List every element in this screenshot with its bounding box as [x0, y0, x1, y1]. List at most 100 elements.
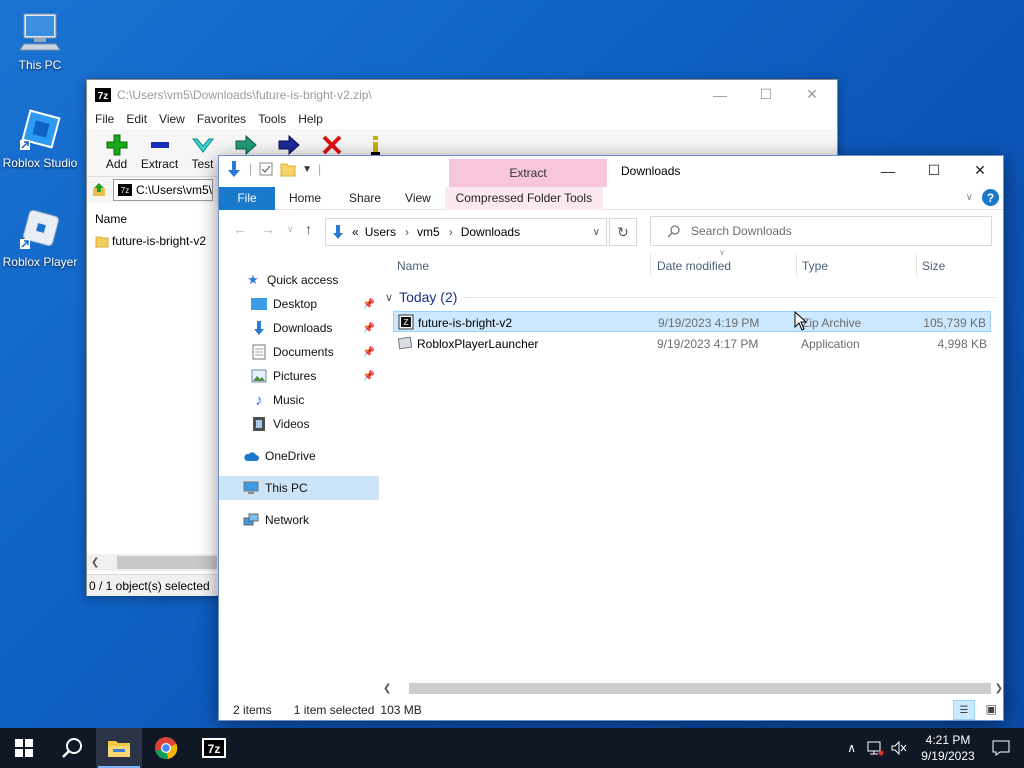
- desktop-icon-this-pc[interactable]: This PC: [0, 10, 80, 72]
- pin-icon[interactable]: 📌: [363, 371, 375, 382]
- nav-downloads[interactable]: Downloads 📌: [219, 316, 379, 340]
- nav-this-pc[interactable]: This PC: [219, 476, 379, 500]
- qat-separator: |: [318, 162, 322, 176]
- volume-muted-icon[interactable]: [890, 740, 908, 756]
- menu-view[interactable]: View: [153, 112, 191, 126]
- column-type[interactable]: Type: [802, 259, 828, 273]
- scroll-left-icon[interactable]: ❮: [91, 557, 99, 568]
- nav-onedrive[interactable]: OneDrive: [219, 444, 379, 468]
- up-folder-icon[interactable]: [91, 182, 107, 198]
- new-folder-icon[interactable]: [280, 161, 296, 177]
- address-bar[interactable]: « Users › vm5 › Downloads ∨: [325, 218, 607, 246]
- desktop-icon-roblox-studio[interactable]: Roblox Studio: [0, 108, 80, 170]
- download-arrow-icon[interactable]: [225, 160, 243, 178]
- nav-documents[interactable]: Documents 📌: [219, 340, 379, 364]
- tab-home[interactable]: Home: [275, 187, 335, 210]
- back-arrow-icon[interactable]: ←: [233, 221, 247, 237]
- pin-icon[interactable]: 📌: [363, 299, 375, 310]
- clock[interactable]: 4:21 PM 9/19/2023: [912, 732, 984, 764]
- breadcrumb-users[interactable]: Users: [365, 225, 396, 239]
- nav-pictures[interactable]: Pictures 📌: [219, 364, 379, 388]
- up-arrow-icon[interactable]: ↑: [305, 221, 312, 237]
- pin-icon[interactable]: 📌: [363, 347, 375, 358]
- group-header-today[interactable]: ∨ Today (2): [385, 286, 995, 308]
- sevenzip-hscrollbar[interactable]: ❮: [87, 554, 217, 571]
- chevron-down-icon[interactable]: ∨: [593, 227, 600, 238]
- column-divider[interactable]: [796, 254, 797, 276]
- desktop-icon-roblox-player[interactable]: Roblox Player: [0, 207, 80, 269]
- maximize-button[interactable]: ☐: [743, 80, 789, 109]
- qat-dropdown-icon[interactable]: ▼: [302, 164, 312, 175]
- menu-help[interactable]: Help: [292, 112, 329, 126]
- menu-edit[interactable]: Edit: [120, 112, 153, 126]
- minimize-button[interactable]: —: [697, 80, 743, 109]
- delete-button[interactable]: [310, 133, 353, 157]
- details-view-icon[interactable]: ☰: [953, 700, 975, 720]
- column-name[interactable]: Name: [397, 259, 429, 273]
- menu-favorites[interactable]: Favorites: [191, 112, 252, 126]
- sevenzip-list-item[interactable]: future-is-bright-v2: [95, 234, 206, 248]
- close-button[interactable]: ✕: [957, 156, 1003, 185]
- pin-icon[interactable]: 📌: [363, 323, 375, 334]
- column-size[interactable]: Size: [922, 259, 945, 273]
- taskbar-file-explorer[interactable]: [96, 728, 142, 768]
- nav-desktop[interactable]: Desktop 📌: [219, 292, 379, 316]
- column-divider[interactable]: [650, 254, 651, 276]
- ribbon-expand-icon[interactable]: ∨: [966, 192, 973, 203]
- menu-file[interactable]: File: [89, 112, 120, 126]
- properties-icon[interactable]: [258, 161, 274, 177]
- sevenzip-column-name[interactable]: Name: [95, 212, 127, 226]
- file-row[interactable]: RobloxPlayerLauncher 9/19/2023 4:17 PM A…: [393, 333, 991, 354]
- menu-tools[interactable]: Tools: [252, 112, 292, 126]
- tab-view[interactable]: View: [395, 187, 445, 210]
- column-divider[interactable]: [916, 254, 917, 276]
- nav-network[interactable]: Network: [219, 508, 379, 532]
- close-button[interactable]: ✕: [789, 80, 835, 109]
- file-date: 9/19/2023 4:19 PM: [658, 316, 760, 330]
- scroll-thumb[interactable]: [117, 556, 217, 569]
- maximize-button[interactable]: ☐: [911, 156, 957, 185]
- tab-file[interactable]: File: [219, 186, 275, 210]
- extract-context-tab[interactable]: Extract: [449, 159, 607, 187]
- nav-quick-access[interactable]: ★ Quick access: [219, 268, 379, 292]
- sevenzip-path-field[interactable]: 7z C:\Users\vm5\: [113, 179, 213, 201]
- test-label: Test: [191, 157, 214, 171]
- move-button[interactable]: [267, 133, 310, 157]
- search-button[interactable]: [48, 728, 96, 768]
- tab-compressed-folder-tools[interactable]: Compressed Folder Tools: [444, 186, 603, 210]
- help-icon[interactable]: ?: [982, 189, 999, 206]
- scroll-left-icon[interactable]: ❮: [383, 683, 391, 694]
- scroll-thumb[interactable]: [409, 683, 991, 694]
- show-hidden-icons-icon[interactable]: ∧: [847, 741, 856, 755]
- explorer-titlebar[interactable]: | ▼ | Extract Downloads — ☐ ✕: [219, 156, 1003, 187]
- start-button[interactable]: [0, 728, 48, 768]
- minimize-button[interactable]: —: [865, 156, 911, 185]
- notifications-icon[interactable]: [992, 740, 1010, 756]
- tab-share[interactable]: Share: [335, 187, 395, 210]
- chevron-down-icon[interactable]: ∨: [385, 291, 393, 304]
- network-status-icon[interactable]: [866, 740, 884, 756]
- recent-locations-icon[interactable]: ∨: [287, 224, 294, 235]
- application-icon: [397, 336, 413, 350]
- breadcrumb-prefix[interactable]: «: [352, 225, 359, 239]
- breadcrumb-downloads[interactable]: Downloads: [461, 225, 520, 239]
- breadcrumb-vm5[interactable]: vm5: [417, 225, 440, 239]
- search-input[interactable]: Search Downloads: [650, 216, 992, 246]
- explorer-hscrollbar[interactable]: ❮ ❯: [379, 680, 1003, 697]
- nav-music[interactable]: ♪ Music: [219, 388, 379, 412]
- scroll-right-icon[interactable]: ❯: [995, 683, 1003, 694]
- column-date-modified[interactable]: Date modified: [657, 259, 731, 273]
- file-row[interactable]: Z future-is-bright-v2 9/19/2023 4:19 PM …: [393, 311, 991, 332]
- taskbar-chrome[interactable]: [142, 728, 190, 768]
- forward-arrow-icon[interactable]: →: [261, 221, 275, 237]
- refresh-button[interactable]: ↻: [609, 218, 637, 246]
- chevron-right-icon[interactable]: ›: [405, 225, 409, 239]
- extract-button[interactable]: Extract: [138, 133, 181, 171]
- chevron-right-icon[interactable]: ›: [449, 225, 453, 239]
- add-button[interactable]: Add: [95, 133, 138, 171]
- nav-videos[interactable]: Videos: [219, 412, 379, 436]
- large-icons-view-icon[interactable]: ▣: [986, 702, 997, 716]
- copy-button[interactable]: [224, 133, 267, 157]
- info-button[interactable]: [353, 133, 396, 157]
- taskbar-7zip[interactable]: 7z: [190, 728, 238, 768]
